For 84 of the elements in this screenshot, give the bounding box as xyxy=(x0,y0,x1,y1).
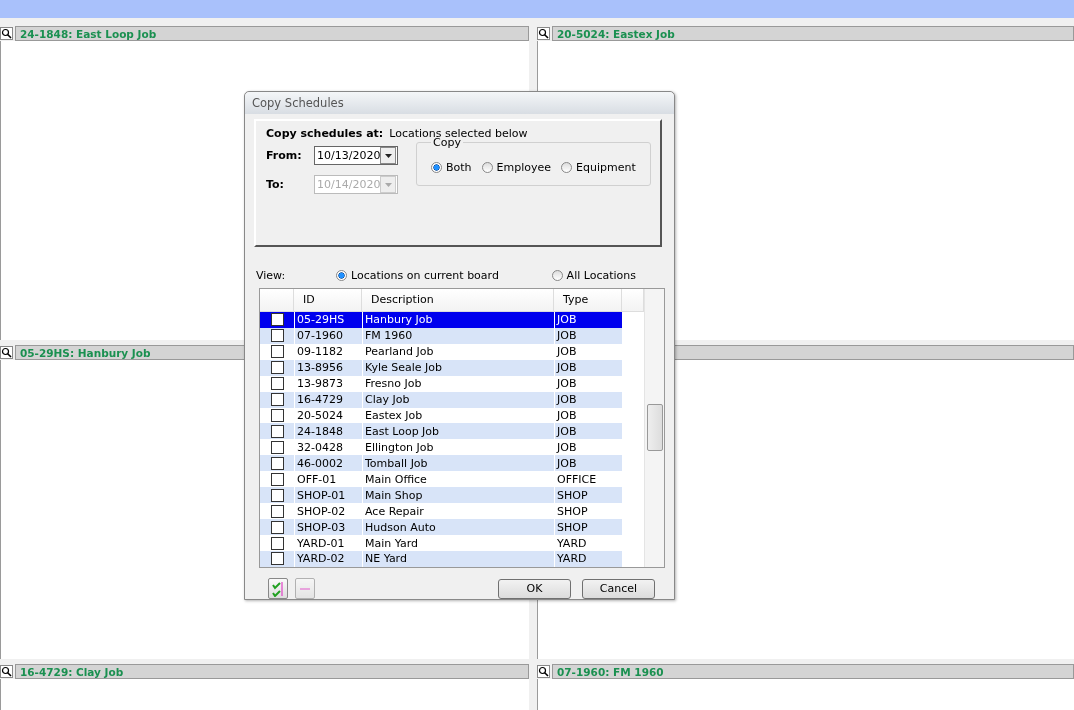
row-checkbox[interactable] xyxy=(270,377,284,391)
ok-button[interactable]: OK xyxy=(498,578,571,599)
radio-icon[interactable] xyxy=(561,161,573,173)
search-icon[interactable] xyxy=(0,665,13,678)
row-checkbox[interactable] xyxy=(270,313,284,327)
radio-icon[interactable] xyxy=(551,270,563,281)
caret-icon xyxy=(384,182,392,187)
row-checkbox[interactable] xyxy=(270,345,284,359)
table-cell: NE Yard xyxy=(362,551,554,567)
row-checkbox[interactable] xyxy=(270,424,284,438)
column-header[interactable]: Description xyxy=(362,289,554,311)
panel-title: 24-1848: East Loop Job xyxy=(20,27,157,40)
table-cell: JOB xyxy=(554,311,622,328)
scroll-thumb[interactable] xyxy=(647,404,663,451)
caret-icon xyxy=(384,153,392,158)
row-checkbox[interactable] xyxy=(270,456,284,470)
check-all-button[interactable] xyxy=(268,578,288,599)
row-checkbox[interactable] xyxy=(270,361,284,375)
row-checkbox[interactable] xyxy=(270,536,284,550)
panel-title: 16-4729: Clay Job xyxy=(20,665,124,678)
table-cell: FM 1960 xyxy=(362,327,554,344)
table-row[interactable]: SHOP-01 Main Shop SHOP xyxy=(260,487,622,504)
panel-title: 20-5024: Eastex Job xyxy=(557,27,675,40)
table-row[interactable]: SHOP-03 Hudson Auto SHOP xyxy=(260,519,622,536)
table-cell: Hanbury Job xyxy=(362,311,554,328)
row-checkbox[interactable] xyxy=(270,409,284,422)
table-cell: Pearland Job xyxy=(362,343,554,360)
row-checkbox[interactable] xyxy=(270,440,284,454)
table-cell: YARD xyxy=(554,535,622,551)
panel-title: 05-29HS: Hanbury Job xyxy=(20,346,151,359)
panel-title: 07-1960: FM 1960 xyxy=(557,665,664,678)
scrollbar[interactable] xyxy=(644,289,664,567)
table-cell: YARD-01 xyxy=(294,535,362,551)
table-cell: 05-29HS xyxy=(294,311,362,328)
table-cell: JOB xyxy=(554,343,622,360)
dropdown-button[interactable] xyxy=(380,147,396,164)
radio-label[interactable]: Both xyxy=(446,160,472,174)
table-cell: YARD-02 xyxy=(294,551,362,567)
row-checkbox[interactable] xyxy=(270,552,284,566)
table-cell: 13-8956 xyxy=(294,359,362,376)
radio-label[interactable]: Equipment xyxy=(576,160,636,174)
row-checkbox[interactable] xyxy=(270,472,284,486)
table-row[interactable]: 24-1848 East Loop Job JOB xyxy=(260,423,622,440)
radio-label[interactable]: Employee xyxy=(496,160,552,174)
search-icon[interactable] xyxy=(0,27,13,40)
search-icon[interactable] xyxy=(0,346,13,359)
dash-icon xyxy=(299,586,311,591)
row-checkbox[interactable] xyxy=(270,520,284,534)
table-cell: 13-9873 xyxy=(294,375,362,392)
row-checkbox[interactable] xyxy=(270,488,284,502)
cancel-button[interactable]: Cancel xyxy=(582,578,655,599)
table-cell: JOB xyxy=(554,359,622,376)
table-cell: Clay Job xyxy=(362,391,554,408)
double-check-icon xyxy=(271,580,285,597)
uncheck-all-button[interactable] xyxy=(295,578,315,599)
radio-label[interactable]: All Locations xyxy=(566,269,636,282)
table-cell: Kyle Seale Job xyxy=(362,359,554,376)
table-cell: 09-1182 xyxy=(294,343,362,360)
copy-at-label: Copy schedules at: xyxy=(266,127,384,140)
column-header[interactable]: ID xyxy=(294,289,362,311)
table-row[interactable]: 46-0002 Tomball Job JOB xyxy=(260,455,622,472)
row-checkbox[interactable] xyxy=(270,504,284,518)
table-cell: JOB xyxy=(554,327,622,344)
view-label: View: xyxy=(256,269,287,282)
date-label: From: xyxy=(266,149,303,162)
row-checkbox[interactable] xyxy=(270,393,284,407)
radio-label[interactable]: Locations on current board xyxy=(351,269,499,282)
table-cell: Main Yard xyxy=(362,535,554,551)
search-icon[interactable] xyxy=(537,665,550,678)
table-cell: Fresno Job xyxy=(362,375,554,392)
table-cell: 07-1960 xyxy=(294,327,362,344)
table-cell: 16-4729 xyxy=(294,391,362,408)
radio-icon[interactable] xyxy=(336,270,347,281)
window-title: Copy Schedules xyxy=(252,96,344,110)
date-field[interactable]: 10/13/2020 xyxy=(314,146,398,165)
row-checkbox[interactable] xyxy=(270,329,284,343)
date-label: To: xyxy=(266,178,285,191)
table-cell: JOB xyxy=(554,391,622,408)
table-cell: YARD xyxy=(554,551,622,567)
radio-icon[interactable] xyxy=(431,161,442,173)
search-icon[interactable] xyxy=(537,27,550,40)
radio-icon[interactable] xyxy=(481,161,493,173)
column-header[interactable]: Type xyxy=(554,289,622,311)
table-cell: JOB xyxy=(554,375,622,392)
